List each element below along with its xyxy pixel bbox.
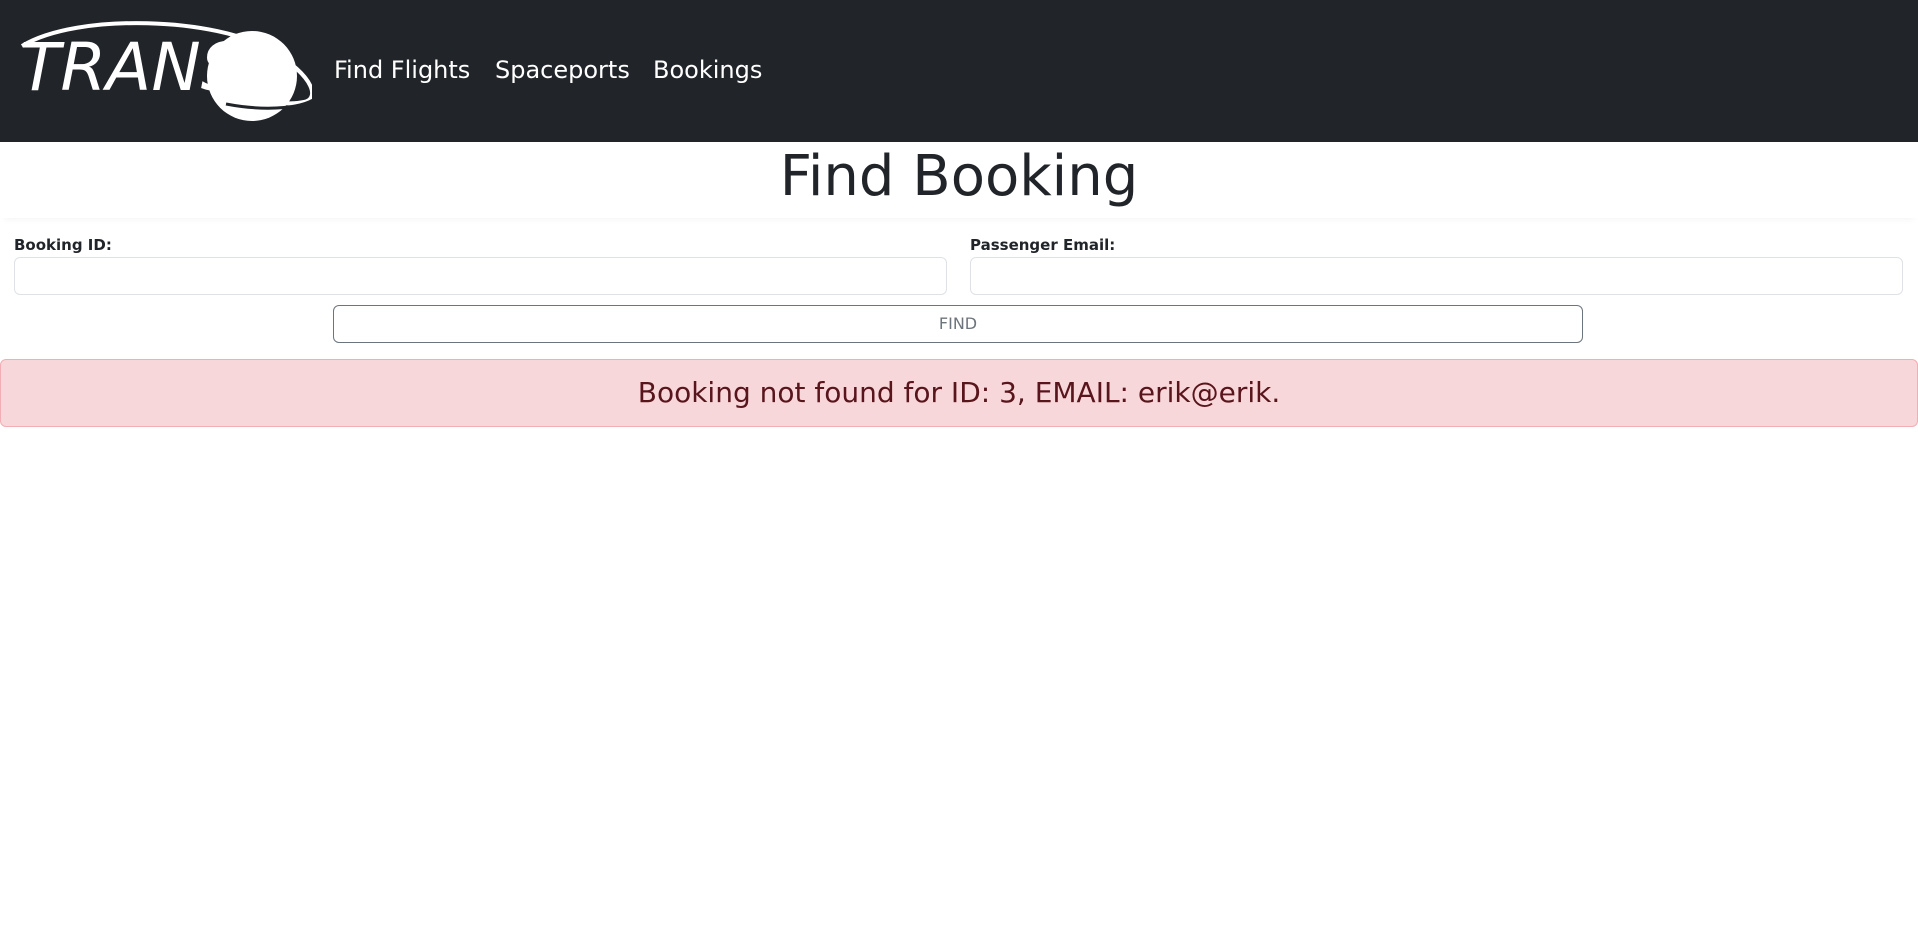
booking-id-input[interactable]: [14, 257, 947, 295]
page-title: Find Booking: [0, 142, 1918, 218]
booking-id-label: Booking ID:: [14, 236, 112, 254]
nav-find-flights[interactable]: Find Flights: [334, 54, 470, 86]
error-alert: Booking not found for ID: 3, EMAIL: erik…: [0, 359, 1918, 427]
nav-spaceports[interactable]: Spaceports: [495, 54, 630, 86]
nav-bookings[interactable]: Bookings: [653, 54, 762, 86]
passenger-email-input[interactable]: [970, 257, 1903, 295]
find-button[interactable]: FIND: [333, 305, 1583, 343]
logo-text: TRANS: [20, 29, 243, 106]
trans-logo[interactable]: TRANS: [18, 20, 312, 124]
passenger-email-label: Passenger Email:: [970, 236, 1116, 254]
navbar: TRANS Find Flights Spaceports Bookings: [0, 0, 1918, 142]
